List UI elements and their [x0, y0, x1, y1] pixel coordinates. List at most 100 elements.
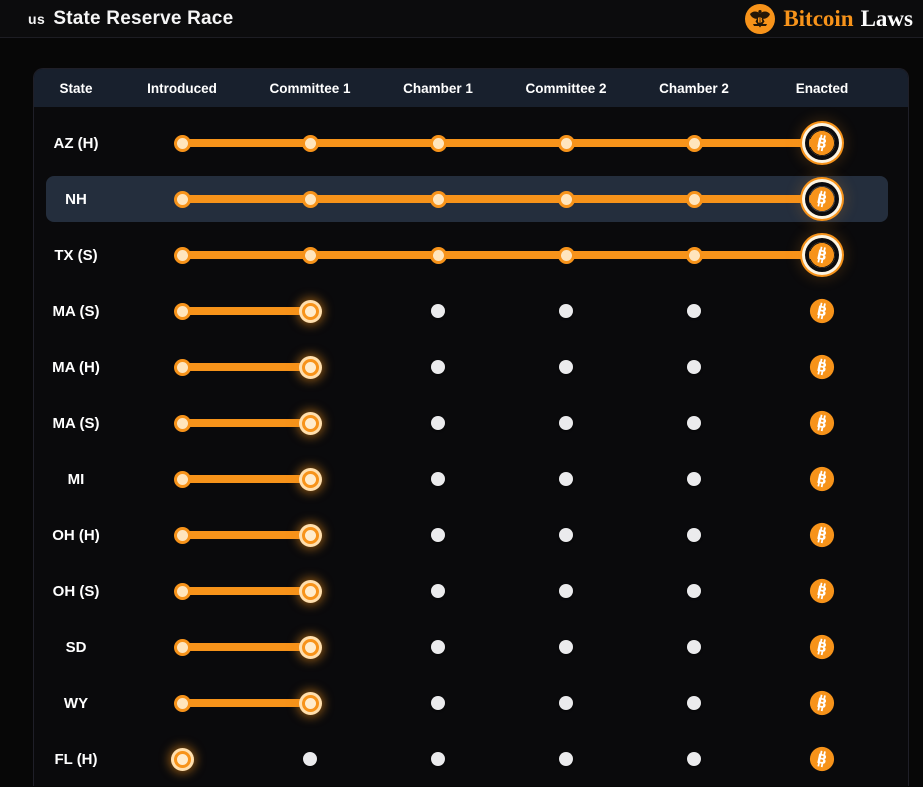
stage-dot — [173, 750, 191, 768]
stage-committee2 — [502, 619, 630, 675]
state-label: WY — [63, 694, 89, 712]
stage-dot — [687, 472, 701, 486]
stage-enacted: B — [758, 171, 886, 227]
table-row[interactable]: NH B — [34, 171, 908, 227]
stage-dot — [301, 302, 319, 320]
stage-chamber2 — [630, 507, 758, 563]
stage-dot — [559, 640, 573, 654]
stage-dot — [431, 584, 445, 598]
page-title: State Reserve Race — [53, 7, 234, 29]
stage-introduced — [118, 171, 246, 227]
stage-dot — [431, 528, 445, 542]
stage-dot — [301, 246, 319, 264]
stage-dot — [301, 190, 319, 208]
stage-chamber1 — [374, 731, 502, 787]
stage-chamber1 — [374, 171, 502, 227]
table-row[interactable]: SD B — [34, 619, 908, 675]
bitcoin-coin-icon: B — [809, 354, 835, 380]
stage-introduced — [118, 619, 246, 675]
table-row[interactable]: MA (S) B — [34, 395, 908, 451]
stage-dot — [173, 190, 191, 208]
stage-dot — [173, 358, 191, 376]
table-row[interactable]: FL (H) B — [34, 731, 908, 787]
stage-dot — [687, 696, 701, 710]
stage-committee2 — [502, 507, 630, 563]
stage-introduced — [118, 227, 246, 283]
stage-dot — [173, 246, 191, 264]
stage-committee1 — [246, 115, 374, 171]
stage-dot — [431, 640, 445, 654]
state-label: FL (H) — [54, 750, 98, 768]
stage-enacted: B — [758, 283, 886, 339]
stage-committee1 — [246, 227, 374, 283]
col-header-state: State — [59, 80, 93, 96]
stage-dot — [173, 302, 191, 320]
page-title-group: us State Reserve Race — [28, 8, 233, 30]
stage-introduced — [118, 451, 246, 507]
stage-chamber1 — [374, 563, 502, 619]
stage-chamber1 — [374, 115, 502, 171]
stage-committee2 — [502, 675, 630, 731]
bitcoin-coin-icon: B — [809, 410, 835, 436]
col-header-committee1: Committee 1 — [269, 80, 351, 96]
stage-introduced — [118, 675, 246, 731]
stage-chamber2 — [630, 115, 758, 171]
stage-dot — [173, 526, 191, 544]
stage-chamber2 — [630, 731, 758, 787]
col-header-chamber1: Chamber 1 — [403, 80, 473, 96]
brand-name-bitcoin: Bitcoin — [783, 5, 854, 31]
stage-introduced — [118, 731, 246, 787]
stage-dot — [687, 584, 701, 598]
table-row[interactable]: OH (S) B — [34, 563, 908, 619]
stage-chamber1 — [374, 619, 502, 675]
stage-enacted: B — [758, 227, 886, 283]
stage-dot — [687, 360, 701, 374]
stage-dot — [173, 694, 191, 712]
stage-dot — [173, 638, 191, 656]
state-label: OH (H) — [52, 526, 100, 544]
bitcoin-coin-icon: B — [809, 186, 835, 212]
stage-committee2 — [502, 227, 630, 283]
bitcoin-coin-icon: B — [809, 690, 835, 716]
stage-chamber1 — [374, 451, 502, 507]
stage-dot — [559, 528, 573, 542]
table-row[interactable]: TX (S) B — [34, 227, 908, 283]
stage-introduced — [118, 395, 246, 451]
table-row[interactable]: MI B — [34, 451, 908, 507]
stage-dot — [301, 470, 319, 488]
stage-dot — [301, 582, 319, 600]
stage-committee2 — [502, 115, 630, 171]
table-row[interactable]: OH (H) B — [34, 507, 908, 563]
stage-enacted: B — [758, 619, 886, 675]
stage-chamber2 — [630, 227, 758, 283]
stage-dot — [559, 696, 573, 710]
stage-enacted: B — [758, 451, 886, 507]
stage-dot — [557, 190, 575, 208]
state-label: AZ (H) — [53, 134, 99, 152]
table-row[interactable]: MA (H) B — [34, 339, 908, 395]
stage-dot — [429, 190, 447, 208]
stage-dot — [559, 752, 573, 766]
col-header-committee2: Committee 2 — [525, 80, 607, 96]
stage-introduced — [118, 339, 246, 395]
state-label: MI — [67, 470, 85, 488]
stage-chamber1 — [374, 227, 502, 283]
table-row[interactable]: MA (S) B — [34, 283, 908, 339]
stage-chamber1 — [374, 395, 502, 451]
stage-dot — [687, 304, 701, 318]
stage-enacted: B — [758, 675, 886, 731]
stage-committee1 — [246, 339, 374, 395]
table-row[interactable]: AZ (H) B — [34, 115, 908, 171]
brand-name-laws: Laws — [860, 5, 913, 31]
stage-enacted: B — [758, 563, 886, 619]
stage-dot — [429, 134, 447, 152]
stage-dot — [687, 640, 701, 654]
stage-chamber2 — [630, 283, 758, 339]
stage-dot — [431, 752, 445, 766]
brand-logo[interactable]: B Bitcoin Laws — [744, 3, 913, 35]
table-row[interactable]: WY B — [34, 675, 908, 731]
stage-committee1 — [246, 675, 374, 731]
bitcoin-coin-icon: B — [809, 130, 835, 156]
bitcoin-coin-icon: B — [809, 242, 835, 268]
bitcoin-coin-icon: B — [809, 578, 835, 604]
